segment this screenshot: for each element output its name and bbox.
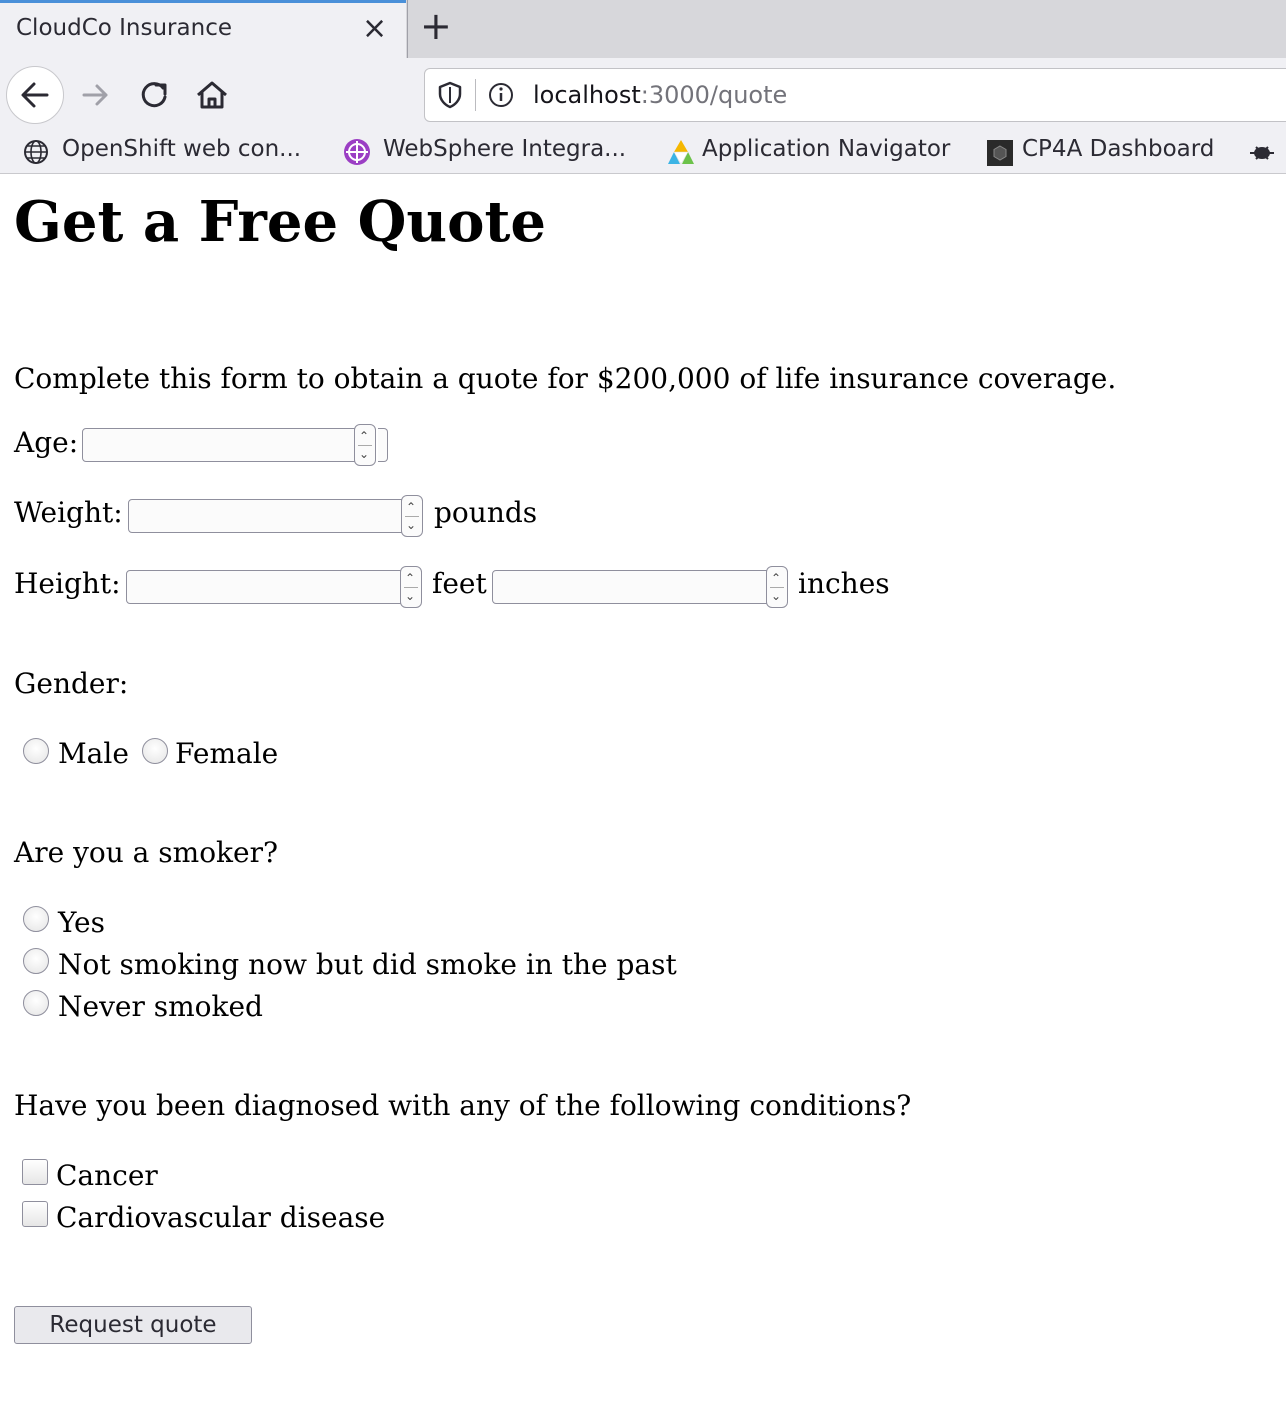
smoker-label: Are you a smoker?	[14, 836, 278, 869]
age-label: Age:	[14, 426, 79, 459]
smoker-past-radio[interactable]	[23, 948, 49, 974]
bookmark-application-navigator[interactable]: Application Navigator	[702, 136, 950, 162]
spin-down-icon[interactable]: ⌄	[405, 590, 415, 602]
cp4a-icon	[987, 140, 1013, 166]
weight-unit: pounds	[434, 496, 538, 529]
info-icon[interactable]	[487, 81, 515, 109]
gender-label: Gender:	[14, 667, 129, 700]
condition-cardio-label[interactable]: Cardiovascular disease	[56, 1201, 385, 1235]
reload-icon[interactable]	[134, 75, 174, 115]
request-quote-button[interactable]: Request quote	[14, 1306, 252, 1344]
tab-separator	[407, 0, 408, 58]
bookmark-openshift[interactable]: OpenShift web con...	[62, 136, 301, 162]
bookmark-cp4a-dashboard[interactable]: CP4A Dashboard	[1022, 136, 1214, 162]
websphere-icon	[344, 139, 370, 165]
smoker-never-radio[interactable]	[23, 990, 49, 1016]
shield-icon[interactable]	[436, 80, 464, 110]
page-title: Get a Free Quote	[14, 189, 546, 255]
url-host: localhost	[533, 81, 641, 109]
height-inches-unit: inches	[798, 567, 890, 600]
age-input-edge	[378, 428, 388, 462]
smoker-yes-radio[interactable]	[23, 906, 49, 932]
bookmarks-toolbar: OpenShift web con... WebSphere Integra..…	[0, 132, 1286, 174]
forward-arrow-icon[interactable]	[76, 75, 116, 115]
weight-label: Weight:	[14, 496, 123, 529]
quote-page: Get a Free Quote Complete this form to o…	[0, 175, 1286, 1412]
url-separator	[475, 79, 476, 111]
application-navigator-icon	[668, 140, 694, 165]
weight-input[interactable]	[128, 499, 406, 533]
height-inches-spinner[interactable]: ⌃ ⌄	[766, 566, 788, 608]
intro-text: Complete this form to obtain a quote for…	[14, 362, 1117, 395]
close-tab-icon[interactable]: ×	[362, 11, 387, 46]
weight-spinner[interactable]: ⌃ ⌄	[401, 495, 423, 537]
condition-cardio-checkbox[interactable]	[22, 1201, 48, 1227]
condition-cancer-checkbox[interactable]	[22, 1159, 48, 1185]
home-icon[interactable]	[192, 75, 232, 115]
spin-down-icon[interactable]: ⌄	[771, 590, 781, 602]
gender-male-label[interactable]: Male	[58, 737, 129, 771]
url-text[interactable]: localhost:3000/quote	[533, 81, 787, 109]
smoker-never-label[interactable]: Never smoked	[58, 990, 263, 1024]
condition-cancer-label[interactable]: Cancer	[56, 1159, 158, 1193]
spin-up-icon[interactable]: ⌃	[406, 501, 416, 513]
url-path: :3000/quote	[640, 81, 788, 109]
height-inches-input[interactable]	[492, 570, 770, 604]
age-spinner[interactable]: ⌃ ⌄	[354, 424, 376, 466]
new-tab-icon[interactable]: +	[420, 4, 452, 48]
spin-up-icon[interactable]: ⌃	[771, 572, 781, 584]
height-label: Height:	[14, 567, 121, 600]
active-tab[interactable]: CloudCo Insurance ×	[0, 0, 406, 58]
tab-title: CloudCo Insurance	[16, 15, 232, 41]
tab-strip: CloudCo Insurance × +	[0, 0, 1286, 58]
height-feet-unit: feet	[432, 567, 487, 600]
spin-down-icon[interactable]: ⌄	[406, 519, 416, 531]
conditions-label: Have you been diagnosed with any of the …	[14, 1089, 912, 1122]
gender-female-radio[interactable]	[142, 738, 168, 764]
navigation-toolbar: localhost:3000/quote	[0, 58, 1286, 132]
overflow-bookmark-icon[interactable]	[1246, 139, 1276, 167]
spin-up-icon[interactable]: ⌃	[405, 572, 415, 584]
spin-down-icon[interactable]: ⌄	[359, 448, 369, 460]
spin-up-icon[interactable]: ⌃	[359, 430, 369, 442]
smoker-yes-label[interactable]: Yes	[58, 906, 105, 940]
back-arrow-icon	[21, 82, 49, 108]
smoker-past-label[interactable]: Not smoking now but did smoke in the pas…	[58, 948, 677, 982]
bookmark-websphere[interactable]: WebSphere Integra...	[383, 136, 626, 162]
globe-icon	[24, 140, 48, 164]
gender-female-label[interactable]: Female	[175, 737, 278, 771]
age-input[interactable]	[82, 428, 358, 462]
gender-male-radio[interactable]	[23, 738, 49, 764]
address-bar[interactable]: localhost:3000/quote	[424, 68, 1286, 122]
height-feet-spinner[interactable]: ⌃ ⌄	[400, 566, 422, 608]
height-feet-input[interactable]	[126, 570, 404, 604]
back-button[interactable]	[6, 66, 64, 124]
